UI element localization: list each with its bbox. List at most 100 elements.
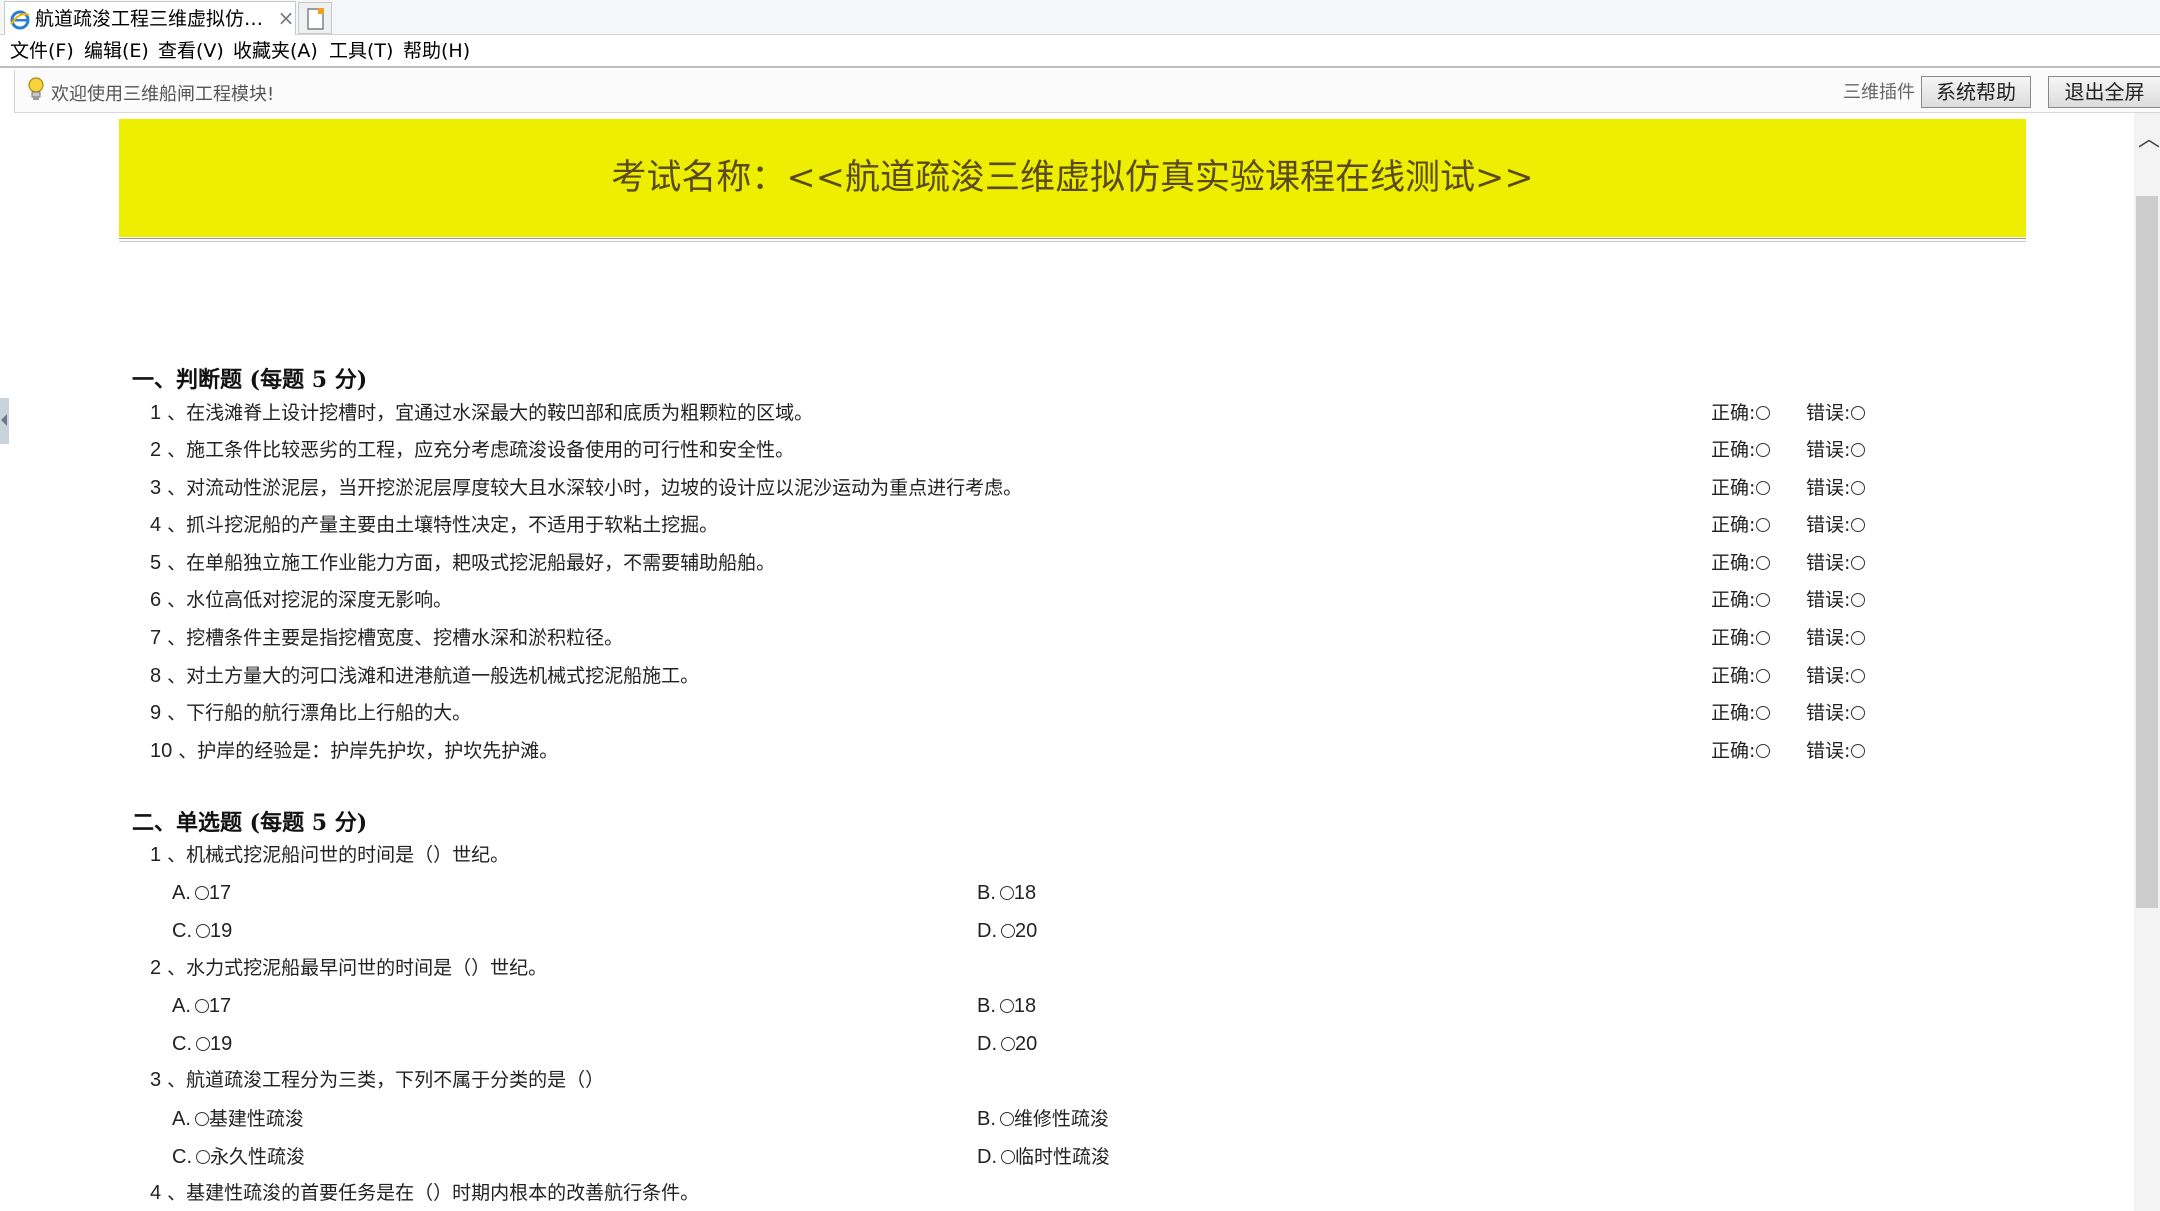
question-text: 、下行船的航行漂角比上行船的大。 <box>167 702 472 724</box>
tf-correct-radio[interactable] <box>1756 706 1771 720</box>
tf-correct-radio[interactable] <box>1756 593 1771 607</box>
option-radio[interactable] <box>194 886 209 900</box>
tf-wrong-option: 错误: <box>1806 549 1866 577</box>
tf-correct-label: 正确: <box>1711 702 1756 724</box>
tf-wrong-radio[interactable] <box>1851 481 1866 495</box>
option-text: 临时性疏浚 <box>1015 1146 1111 1168</box>
choice-option: C. 永久性疏浚 <box>172 1142 305 1172</box>
menu-help[interactable]: 帮助(H) <box>403 39 470 63</box>
tf-wrong-label: 错误: <box>1806 627 1851 649</box>
tf-correct-radio[interactable] <box>1756 518 1771 532</box>
option-text: 19 <box>210 1033 233 1055</box>
option-letter: D. <box>977 1033 997 1055</box>
option-radio[interactable] <box>196 1037 210 1051</box>
option-radio[interactable] <box>999 886 1014 900</box>
menu-file[interactable]: 文件(F) <box>10 39 74 63</box>
option-text: 基建性疏浚 <box>208 1108 304 1130</box>
option-letter: C. <box>172 1146 192 1168</box>
tf-correct-radio[interactable] <box>1756 406 1771 420</box>
tf-correct-label: 正确: <box>1711 439 1756 461</box>
choice-option: B. 18 <box>977 878 1036 908</box>
choice-question-3: 3 、航道疏浚工程分为三类，下列不属于分类的是（） <box>150 1066 1650 1094</box>
tf-wrong-radio[interactable] <box>1851 406 1866 420</box>
tf-correct-radio[interactable] <box>1756 443 1771 457</box>
exit-fullscreen-button[interactable]: 退出全屏 <box>2048 76 2160 108</box>
question-text: 、挖槽条件主要是指挖槽宽度、挖槽水深和淤积粒径。 <box>167 627 624 649</box>
choice-option: B. 18 <box>977 991 1036 1021</box>
option-radio[interactable] <box>1001 1150 1015 1164</box>
choice-question-2: 2 、水力式挖泥船最早问世的时间是（）世纪。 <box>150 954 1650 982</box>
3d-plugin-link[interactable]: 三维插件 <box>1843 82 1915 104</box>
tf-question-3: 3 、对流动性淤泥层，当开挖淤泥层厚度较大且水深较小时，边坡的设计应以泥沙运动为重… <box>150 474 1650 502</box>
tf-correct-radio[interactable] <box>1756 631 1771 645</box>
question-text: 、水力式挖泥船最早问世的时间是（）世纪。 <box>167 957 548 979</box>
tf-question-6: 6 、水位高低对挖泥的深度无影响。 <box>150 586 1650 614</box>
question-number: 1 <box>150 844 162 866</box>
welcome-message: 欢迎使用三维船闸工程模块! <box>51 84 275 105</box>
tf-wrong-radio[interactable] <box>1851 518 1866 532</box>
tf-wrong-label: 错误: <box>1806 589 1851 611</box>
tf-wrong-option: 错误: <box>1806 474 1866 502</box>
question-number: 2 <box>150 957 162 979</box>
tf-wrong-label: 错误: <box>1806 702 1851 724</box>
tf-correct-radio[interactable] <box>1756 669 1771 683</box>
tf-correct-option: 正确: <box>1711 699 1771 727</box>
tf-wrong-label: 错误: <box>1806 402 1851 424</box>
option-text: 19 <box>210 920 233 942</box>
tf-wrong-radio[interactable] <box>1851 556 1866 570</box>
menu-edit[interactable]: 编辑(E) <box>84 39 149 63</box>
tf-wrong-label: 错误: <box>1806 439 1851 461</box>
tf-wrong-radio[interactable] <box>1851 593 1866 607</box>
option-radio[interactable] <box>1001 924 1015 938</box>
tf-question-7: 7 、挖槽条件主要是指挖槽宽度、挖槽水深和淤积粒径。 <box>150 624 1650 652</box>
choice-option: A. 17 <box>172 991 231 1021</box>
tf-correct-radio[interactable] <box>1756 556 1771 570</box>
system-help-button[interactable]: 系统帮助 <box>1921 76 2031 108</box>
option-radio[interactable] <box>999 1112 1014 1126</box>
tf-question-10: 10 、护岸的经验是：护岸先护坎，护坎先护滩。 <box>150 737 1650 765</box>
option-radio[interactable] <box>194 1112 209 1126</box>
tf-wrong-radio[interactable] <box>1851 744 1866 758</box>
tf-wrong-option: 错误: <box>1806 399 1866 427</box>
new-tab-button[interactable] <box>298 2 332 34</box>
vertical-scrollbar[interactable]: ︿ <box>2134 113 2160 1211</box>
tf-correct-option: 正确: <box>1711 511 1771 539</box>
tf-question-9: 9 、下行船的航行漂角比上行船的大。 <box>150 699 1650 727</box>
option-text: 17 <box>208 882 232 904</box>
tf-wrong-radio[interactable] <box>1851 669 1866 683</box>
tf-correct-label: 正确: <box>1711 740 1756 762</box>
tf-wrong-option: 错误: <box>1806 624 1866 652</box>
option-radio[interactable] <box>194 999 209 1013</box>
tf-correct-label: 正确: <box>1711 477 1756 499</box>
option-letter: C. <box>172 1033 192 1055</box>
tf-wrong-radio[interactable] <box>1851 706 1866 720</box>
browser-tab[interactable]: 航道疏浚工程三维虚拟仿真... × <box>4 1 296 35</box>
menu-favorites[interactable]: 收藏夹(A) <box>233 39 318 63</box>
option-radio[interactable] <box>196 924 210 938</box>
tf-correct-radio[interactable] <box>1756 744 1771 758</box>
browser-tab-bar: 航道疏浚工程三维虚拟仿真... × <box>0 0 2160 35</box>
scroll-up-arrow-icon[interactable]: ︿ <box>2138 129 2160 151</box>
choice-option: D. 临时性疏浚 <box>977 1142 1110 1172</box>
option-radio[interactable] <box>196 1150 210 1164</box>
lightbulb-icon <box>28 77 44 100</box>
tf-correct-radio[interactable] <box>1756 481 1771 495</box>
question-text: 、基建性疏浚的首要任务是在（）时期内根本的改善航行条件。 <box>167 1182 700 1204</box>
option-text: 17 <box>208 995 232 1017</box>
scroll-thumb[interactable] <box>2136 196 2158 908</box>
tf-wrong-radio[interactable] <box>1851 631 1866 645</box>
question-text: 、护岸的经验是：护岸先护坎，护坎先护滩。 <box>178 740 559 762</box>
menu-tools[interactable]: 工具(T) <box>329 39 393 63</box>
option-radio[interactable] <box>999 999 1014 1013</box>
tf-wrong-option: 错误: <box>1806 737 1866 765</box>
menu-view[interactable]: 查看(V) <box>158 39 224 63</box>
tf-wrong-option: 错误: <box>1806 511 1866 539</box>
option-radio[interactable] <box>1001 1037 1015 1051</box>
tab-close-icon[interactable]: × <box>277 6 295 30</box>
side-collapse-handle[interactable] <box>0 398 9 444</box>
tf-question-4: 4 、抓斗挖泥船的产量主要由土壤特性决定，不适用于软粘土挖掘。 <box>150 511 1650 539</box>
tf-wrong-radio[interactable] <box>1851 443 1866 457</box>
option-letter: D. <box>977 1146 997 1168</box>
tf-correct-option: 正确: <box>1711 399 1771 427</box>
tf-correct-option: 正确: <box>1711 474 1771 502</box>
